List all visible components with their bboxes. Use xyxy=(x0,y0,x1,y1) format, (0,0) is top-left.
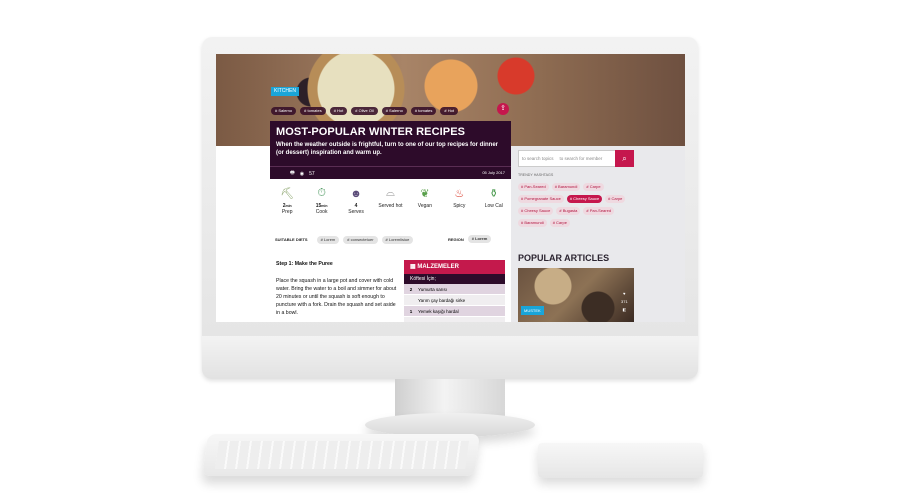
ingredients-header: ▦ MALZEMELER xyxy=(404,260,505,274)
step-text: Place the squash in a large pot and cove… xyxy=(276,278,397,316)
attribute-label: Spicy xyxy=(453,203,466,209)
popular-title: POPULAR ARTICLES xyxy=(518,253,610,263)
hashtag-pill[interactable]: # Cheesy Sauce xyxy=(566,195,603,203)
hashtag-pill[interactable]: # Pan-Seared xyxy=(518,183,549,191)
search-icon: ⌕ xyxy=(622,154,627,163)
monitor-chin xyxy=(202,336,698,379)
attribute-unit: min xyxy=(321,204,328,208)
leaf-icon: ❦ xyxy=(420,188,430,200)
ingredients-title: MALZEMELER xyxy=(417,264,460,270)
hero-tag[interactable]: # Olive Oil xyxy=(351,107,378,115)
heart-icon[interactable]: ♥ xyxy=(623,291,625,296)
ingredient-row: 2 Yumurta sarısı xyxy=(404,284,505,295)
dome-icon: ⌓ xyxy=(386,187,395,199)
recipe-attribute: ⛏ 2min Prep xyxy=(273,185,301,227)
keyboard xyxy=(202,434,480,476)
region-pill[interactable]: # Lorem xyxy=(467,235,492,243)
hashtag-pill[interactable]: # Cheesy Sauce xyxy=(518,207,554,215)
article-actions: ♥ 371 ◧ xyxy=(621,291,628,312)
recipe-header: MOST-POPULAR WINTER RECIPES When the wea… xyxy=(270,121,511,179)
recipe-attribute: ⚱ Low Cal xyxy=(480,185,508,227)
ingredient-name: Yumurta sarısı xyxy=(418,287,448,292)
diet-pill[interactable]: # Lorem xyxy=(316,235,340,244)
step-heading: Step 1: Make the Puree xyxy=(276,261,333,267)
ingredient-row: 1 Yemek kaşığı hardal xyxy=(404,306,505,317)
hashtag-pill[interactable]: # Pomegranate Sauce xyxy=(518,195,564,203)
attribute-label: Prep xyxy=(281,209,293,215)
ingredient-qty: 1 xyxy=(409,309,413,314)
attribute-label: Vegan xyxy=(417,203,432,209)
people-icon: ☻ xyxy=(350,187,362,200)
meta-bar: 🖶 ◉ 57 05 July 2017 xyxy=(270,166,511,179)
trending-hashtags: # Pan-Seared # Baramundi # Carpe # Pomegran… xyxy=(518,183,640,227)
hashtag-pill[interactable]: # Baramundi xyxy=(518,219,547,227)
hashtag-pill[interactable]: # Carpe xyxy=(605,195,626,203)
hero-tag[interactable]: # Hot xyxy=(440,107,458,115)
ingredients-panel: ▦ MALZEMELER Köftesi İçin; 2 Yumurta sarı… xyxy=(404,260,505,322)
trackpad xyxy=(538,443,703,478)
bookmark-icon[interactable]: ◧ xyxy=(622,307,626,312)
search-member-input[interactable]: to search for member xyxy=(560,156,603,161)
eye-icon: ◉ xyxy=(299,171,305,177)
popular-badge[interactable]: MUSTEK xyxy=(521,306,544,315)
search-topics-input[interactable]: to search topics xyxy=(522,156,554,161)
hero-tag[interactable]: # tomates xyxy=(300,107,326,115)
attribute-label: Low Cal xyxy=(484,203,503,209)
region-label: REGION xyxy=(448,236,464,242)
hero-tag[interactable]: # tomates xyxy=(410,107,437,115)
trending-label: TRENDY HASHTAGS xyxy=(518,173,554,177)
attribute-label: Served hot xyxy=(378,203,403,209)
region: REGION # Lorem xyxy=(448,235,492,243)
timer-icon: ⏱ xyxy=(317,187,326,199)
recipe-attribute: ☻ 4 Serves xyxy=(342,185,370,227)
ingredient-name: Yemek kaşığı hardal xyxy=(418,309,459,314)
hashtag-pill[interactable]: # Baramundi xyxy=(551,183,581,191)
ingredient-row: Yarım çay bardağı sirke xyxy=(404,295,505,306)
desktop-scene: KITCHEN # Salerno # tomates # Hot # Olive O… xyxy=(0,0,900,504)
browser-screen: KITCHEN # Salerno # tomates # Hot # Olive O… xyxy=(216,54,685,322)
hashtag-pill[interactable]: # Carpe xyxy=(583,183,604,191)
jar-icon: ⚱ xyxy=(489,188,499,200)
attribute-label: Cook xyxy=(315,209,328,215)
recipe-step: Step 1: Make the Puree Place the squash … xyxy=(276,260,401,317)
like-count: 371 xyxy=(621,299,628,304)
recipe-attribute: ❦ Vegan xyxy=(411,185,439,227)
hashtag-pill[interactable]: # Carpe xyxy=(549,219,570,227)
diet-pill[interactable]: # Loremlisiue xyxy=(381,235,414,244)
page-title: MOST-POPULAR WINTER RECIPES xyxy=(276,126,466,138)
recipe-attributes: ⛏ 2min Prep ⏱ 15min Cook ☻ 4 Serves ⌓ Served hot ❦ V… xyxy=(270,185,511,227)
search-button[interactable]: ⌕ xyxy=(615,150,634,167)
view-counter: 🖶 ◉ 57 xyxy=(290,170,315,178)
attribute-unit: min xyxy=(285,204,292,208)
hero-tags: # Salerno # tomates # Hot # Olive Oil # Sale… xyxy=(271,107,458,115)
ingredient-qty: 2 xyxy=(409,287,413,292)
recipe-attribute: ⏱ 15min Cook xyxy=(308,185,336,227)
attribute-label: Serves xyxy=(348,209,364,215)
diet-pill[interactable]: # consectetuer xyxy=(343,235,378,244)
hero-tag[interactable]: # Salerno xyxy=(271,107,297,115)
ingredient-qty xyxy=(404,295,418,305)
hashtag-pill[interactable]: # Bugasta xyxy=(556,207,581,215)
ingredients-section: Köftesi İçin; xyxy=(404,274,505,284)
hero-tag[interactable]: # Hot xyxy=(329,107,348,115)
recipe-attribute: ⌓ Served hot xyxy=(376,185,404,227)
diets-label: SUITABLE DIETS xyxy=(275,237,308,242)
share-icon[interactable]: ⇪ xyxy=(497,103,509,115)
hashtag-pill[interactable]: # Pan-Seared xyxy=(583,207,615,215)
chili-icon: ♨ xyxy=(454,188,465,200)
hero-tag[interactable]: # Salerno xyxy=(381,107,407,115)
prep-icon: ⛏ xyxy=(280,188,295,200)
category-badge[interactable]: KITCHEN xyxy=(271,87,299,96)
print-icon[interactable]: 🖶 xyxy=(290,170,295,178)
recipe-attribute: ♨ Spicy xyxy=(445,185,473,227)
page-subtitle: When the weather outside is frightful, t… xyxy=(276,142,499,156)
view-count: 57 xyxy=(309,171,315,177)
ingredient-name: Yarım çay bardağı sirke xyxy=(418,298,466,303)
publish-date: 05 July 2017 xyxy=(482,170,505,175)
